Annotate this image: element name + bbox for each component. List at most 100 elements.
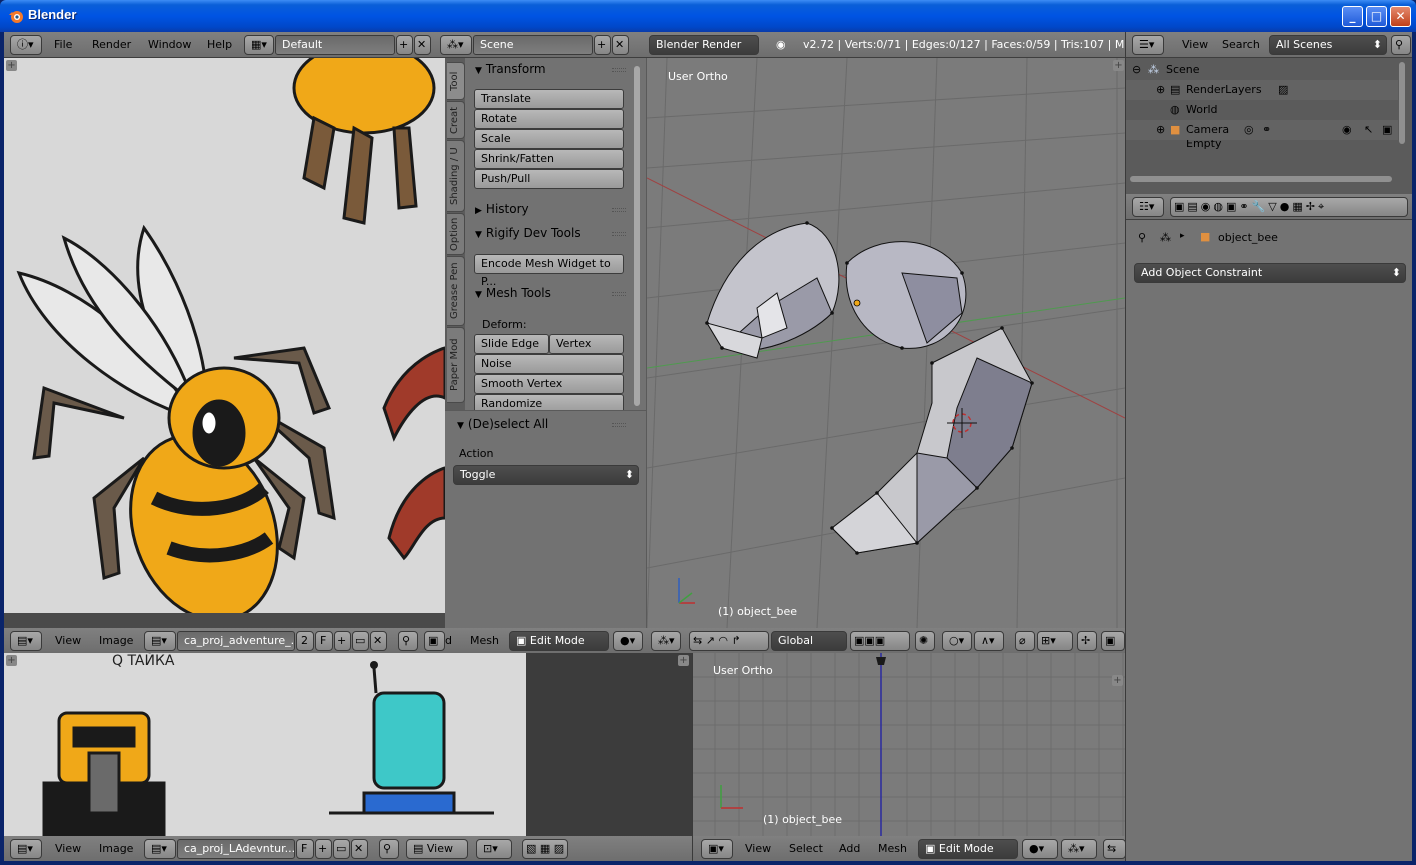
noise-button[interactable]: Noise: [474, 354, 624, 374]
menu-help[interactable]: Help: [207, 38, 232, 51]
area-split-corner-icon[interactable]: +: [1113, 60, 1124, 71]
visibility-eye-icon[interactable]: ◉: [1342, 120, 1352, 140]
editor-type-outliner-button[interactable]: ☰▾: [1132, 35, 1164, 55]
menu-image[interactable]: Image: [99, 634, 133, 647]
image-editor-bottom[interactable]: Q TAЙКА +: [4, 653, 526, 836]
viewport-3d-main[interactable]: User Ortho (1) object_bee +: [647, 58, 1125, 628]
tool-shelf-scrollbar[interactable]: [634, 66, 640, 406]
render-engine-select[interactable]: Blender Render: [649, 35, 759, 55]
history-panel-header[interactable]: ▶ History: [475, 202, 529, 216]
mesh-tools-panel-header[interactable]: ▼ Mesh Tools: [475, 286, 551, 300]
slide-edge-button[interactable]: Slide Edge: [474, 334, 549, 354]
editor-type-3d-button[interactable]: ▣: [424, 631, 445, 651]
new-image-icon[interactable]: +: [334, 631, 351, 651]
menu-view[interactable]: View: [745, 842, 771, 855]
editor-type-image-button[interactable]: ▤▾: [10, 839, 42, 859]
tab-tool[interactable]: Tool: [447, 62, 465, 100]
menu-view[interactable]: View: [55, 842, 81, 855]
draw-mode-toggles[interactable]: ▧ ▦ ▨: [522, 839, 568, 859]
open-image-icon[interactable]: ▭: [352, 631, 369, 651]
menu-image[interactable]: Image: [99, 842, 133, 855]
pin-icon[interactable]: ⚲: [379, 839, 399, 859]
transform-panel-header[interactable]: ▼ Transform: [475, 62, 546, 76]
panel-grip-icon[interactable]: [612, 208, 626, 212]
area-split-corner-icon[interactable]: +: [6, 655, 17, 666]
proportional-edit-button[interactable]: ○▾: [942, 631, 972, 651]
menu-outliner-view[interactable]: View: [1182, 38, 1208, 51]
pivot-point-button[interactable]: ⁂▾: [1061, 839, 1097, 859]
scale-button[interactable]: Scale: [474, 129, 624, 149]
outliner-row-camera[interactable]: ⊕ ■ Camera ◎ ⚭ ◉ ↖ ▣: [1126, 120, 1398, 140]
outliner[interactable]: ☰▾ View Search All Scenes ⬍ ⚲ ⊖ ⁂ Scene …: [1125, 32, 1412, 194]
occlude-geometry-icon[interactable]: ✺: [915, 631, 935, 651]
fake-user-button[interactable]: F: [296, 839, 314, 859]
mode-select[interactable]: ▣ Edit Mode: [918, 839, 1018, 859]
image-name-field[interactable]: ca_proj_LAdevntur...: [177, 839, 295, 859]
open-image-icon[interactable]: ▭: [333, 839, 350, 859]
close-button[interactable]: ✕: [1390, 6, 1411, 27]
maximize-button[interactable]: □: [1366, 6, 1387, 27]
menu-mesh[interactable]: Mesh: [470, 634, 499, 647]
action-select[interactable]: Toggle ⬍: [453, 465, 639, 485]
expand-icon[interactable]: ⊕: [1156, 120, 1165, 140]
properties-context-tabs[interactable]: ▣▤◉◍▣⚭🔧▽●▦✢⌖: [1170, 197, 1408, 217]
outliner-horizontal-scrollbar[interactable]: [1130, 176, 1392, 182]
panel-grip-icon[interactable]: [612, 292, 626, 296]
rotate-button[interactable]: Rotate: [474, 109, 624, 129]
render-preview-icon[interactable]: ▣: [1101, 631, 1125, 651]
deselect-all-panel-header[interactable]: ▼ (De)select All: [457, 417, 548, 431]
collapse-icon[interactable]: ⊖: [1132, 60, 1141, 80]
tab-shading-uvs[interactable]: Shading / U: [447, 140, 465, 212]
menu-select-partial[interactable]: d: [445, 634, 452, 647]
area-split-corner-icon[interactable]: +: [678, 655, 689, 666]
viewport-3d-bottom[interactable]: User Ortho (1) object_bee +: [692, 653, 1125, 836]
smooth-vertex-button[interactable]: Smooth Vertex: [474, 374, 624, 394]
mode-select[interactable]: ▣ Edit Mode: [509, 631, 609, 651]
outliner-display-select[interactable]: All Scenes ⬍: [1269, 35, 1387, 55]
snap-element-button[interactable]: ⊞▾: [1037, 631, 1073, 651]
layout-add-icon[interactable]: +: [396, 35, 413, 55]
editor-type-properties-button[interactable]: ☷▾: [1132, 197, 1164, 217]
minimize-button[interactable]: _: [1342, 6, 1363, 27]
slide-vertex-button[interactable]: Vertex: [549, 334, 624, 354]
menu-render[interactable]: Render: [92, 38, 131, 51]
scene-remove-icon[interactable]: ✕: [612, 35, 629, 55]
editor-type-image-button[interactable]: ▤▾: [10, 631, 42, 651]
push-pull-button[interactable]: Push/Pull: [474, 169, 624, 189]
add-object-constraint-select[interactable]: Add Object Constraint ⬍: [1134, 263, 1406, 283]
pivot-point-button[interactable]: ⁂▾: [651, 631, 681, 651]
unlink-image-icon[interactable]: ✕: [370, 631, 387, 651]
new-image-icon[interactable]: +: [315, 839, 332, 859]
pivot-button[interactable]: ⊡▾: [476, 839, 512, 859]
manipulator-toggles[interactable]: ⇆ ↗ ◠ ↱: [689, 631, 769, 651]
snap-target-icon[interactable]: ✢: [1077, 631, 1097, 651]
shrink-fatten-button[interactable]: Shrink/Fatten: [474, 149, 624, 169]
tab-options[interactable]: Option: [447, 213, 465, 255]
image-browse-button[interactable]: ▤▾: [144, 839, 176, 859]
falloff-button[interactable]: ∧▾: [974, 631, 1004, 651]
view-mode-select[interactable]: ▤ View: [406, 839, 468, 859]
menu-file[interactable]: File: [54, 38, 72, 51]
properties-editor[interactable]: ☷▾ ▣▤◉◍▣⚭🔧▽●▦✢⌖ ⚲ ⁂ ▸ ■ object_bee Add O…: [1125, 194, 1412, 861]
menu-mesh[interactable]: Mesh: [878, 842, 907, 855]
outliner-row-renderlayers[interactable]: ⊕ ▤ RenderLayers ▨: [1126, 80, 1398, 100]
panel-grip-icon[interactable]: [612, 68, 626, 72]
encode-mesh-widget-button[interactable]: Encode Mesh Widget to P...: [474, 254, 624, 288]
unlink-image-icon[interactable]: ✕: [351, 839, 368, 859]
image-users-count[interactable]: 2: [296, 631, 314, 651]
tab-paper-model[interactable]: Paper Mod: [447, 327, 465, 403]
tab-grease-pencil[interactable]: Grease Pen: [447, 256, 465, 326]
outliner-row-world[interactable]: ◍ World: [1126, 100, 1398, 120]
outliner-row-scene[interactable]: ⊖ ⁂ Scene: [1126, 60, 1398, 80]
area-split-corner-icon[interactable]: +: [1112, 675, 1123, 686]
rigify-panel-header[interactable]: ▼ Rigify Dev Tools: [475, 226, 581, 240]
scene-name-field[interactable]: Scene: [473, 35, 593, 55]
editor-type-3d-button[interactable]: ▣▾: [701, 839, 733, 859]
layout-name-field[interactable]: Default: [275, 35, 395, 55]
editor-type-info-button[interactable]: ⓘ▾: [10, 35, 42, 55]
tab-create[interactable]: Creat: [447, 101, 465, 139]
panel-grip-icon[interactable]: [612, 423, 626, 427]
menu-view[interactable]: View: [55, 634, 81, 647]
scene-browse-button[interactable]: ⁂▾: [440, 35, 472, 55]
translate-button[interactable]: Translate: [474, 89, 624, 109]
